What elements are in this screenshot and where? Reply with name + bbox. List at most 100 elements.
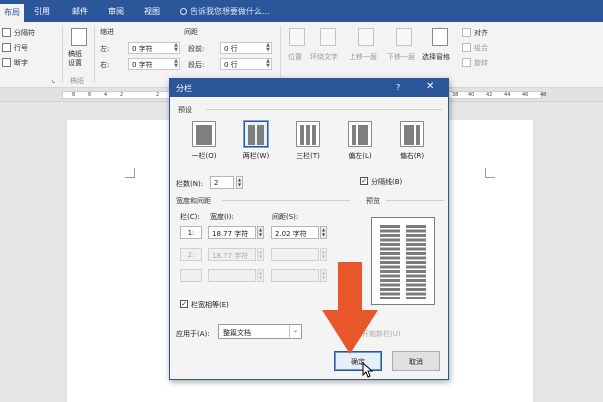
tab-mailings[interactable]: 邮件: [72, 6, 88, 17]
hyphenation-button[interactable]: 断字: [14, 58, 28, 68]
dialog-title-bar[interactable]: 分栏 ? ✕: [170, 79, 448, 97]
spacing-header: 间距: [184, 28, 198, 36]
wrap-text-icon: [320, 28, 336, 46]
num-columns-spinner[interactable]: ▲ ▼: [236, 176, 243, 189]
apply-to-select[interactable]: 整篇文档 ⌄: [218, 324, 302, 339]
column-bar: [306, 125, 310, 145]
column-number: [180, 269, 202, 282]
width-input[interactable]: 18.77 字符: [208, 226, 256, 239]
width-input[interactable]: [208, 269, 256, 282]
selection-pane-icon: [432, 28, 448, 46]
num-columns-label: 栏数(N):: [176, 180, 204, 188]
group-icon: [462, 43, 471, 52]
spin-arrows-icon[interactable]: ▲ ▼: [266, 43, 270, 53]
lightbulb-icon: [180, 8, 187, 15]
wrap-text-button[interactable]: 环绕文字: [310, 52, 338, 62]
bring-forward-icon: [358, 28, 374, 46]
group-button[interactable]: 组合: [474, 43, 488, 53]
spacing-after-value: 0 行: [224, 61, 238, 69]
spacing-before-input[interactable]: 0 行 ▲ ▼: [220, 42, 272, 54]
two-columns-icon: [244, 121, 268, 147]
preset-label: 两栏(W): [242, 152, 270, 160]
bring-forward-button[interactable]: 上移一层: [349, 52, 377, 62]
column-bar: [416, 125, 420, 145]
ruler-number: 42: [486, 92, 493, 98]
crop-mark: [125, 168, 135, 178]
ribbon-tab-bar: 布局 引用 邮件 审阅 视图 告诉我您想要做什么...: [0, 0, 603, 22]
tab-view[interactable]: 视图: [144, 6, 160, 17]
spacing-input[interactable]: [271, 248, 319, 261]
column-bar: [196, 125, 212, 145]
tab-references[interactable]: 引用: [34, 6, 50, 17]
preset-right[interactable]: 偏右(R): [392, 121, 432, 161]
spacing-input[interactable]: [271, 269, 319, 282]
apply-to-value: 整篇文档: [223, 329, 251, 337]
line-between-checkbox[interactable]: ✓: [360, 177, 368, 185]
align-button[interactable]: 对齐: [474, 28, 488, 38]
position-button[interactable]: 位置: [288, 52, 302, 62]
spin-arrows-icon[interactable]: ▲ ▼: [266, 59, 270, 69]
preset-three-columns[interactable]: 三栏(T): [288, 121, 328, 161]
width-spinner[interactable]: ▲ ▼: [257, 269, 264, 282]
page-setup-expander[interactable]: ⌞: [52, 76, 55, 84]
indent-left-input[interactable]: 0 字符 ▲ ▼: [128, 42, 180, 54]
equal-width-checkbox[interactable]: ✓: [180, 300, 188, 308]
indent-left-label: 左:: [100, 45, 110, 53]
preview-thumbnail: [371, 217, 435, 305]
width-spinner[interactable]: ▲ ▼: [257, 248, 264, 261]
align-icon: [462, 28, 471, 37]
equal-width-label: 栏宽相等(E): [191, 301, 229, 309]
rotate-button[interactable]: 旋转: [474, 58, 488, 68]
presets-label: 预设: [178, 106, 192, 114]
group-divider: [206, 109, 442, 110]
column-bar: [404, 125, 414, 145]
column-bar: [257, 125, 264, 145]
spacing-before-label: 段前:: [188, 45, 205, 53]
group-divider: [222, 200, 350, 201]
spacing-header: 间距(S):: [272, 213, 299, 221]
tell-me-search[interactable]: 告诉我您想要做什么...: [180, 6, 270, 17]
column-number: 2:: [180, 248, 202, 261]
paper-group-label: 稿纸: [70, 77, 84, 85]
hyphenation-icon: [2, 58, 11, 67]
dialog-title: 分栏: [176, 84, 192, 93]
spacing-spinner[interactable]: ▲ ▼: [320, 226, 327, 239]
num-columns-input[interactable]: 2: [210, 176, 234, 189]
spacing-spinner[interactable]: ▲ ▼: [320, 248, 327, 261]
ok-button[interactable]: 确定: [334, 351, 382, 371]
chevron-down-icon[interactable]: ⌄: [289, 325, 301, 338]
send-backward-button[interactable]: 下移一层: [387, 52, 415, 62]
width-spinner[interactable]: ▲ ▼: [257, 226, 264, 239]
breaks-button[interactable]: 分隔符: [14, 28, 35, 38]
arrow-shape: [322, 262, 378, 354]
left-column-icon: [348, 121, 372, 147]
preview-label: 预览: [366, 197, 380, 205]
send-backward-icon: [396, 28, 412, 46]
tab-layout[interactable]: 布局: [0, 4, 24, 22]
tab-review[interactable]: 审阅: [108, 6, 124, 17]
preset-label: 三栏(T): [296, 152, 320, 160]
selection-pane-button[interactable]: 选择窗格: [422, 52, 450, 62]
line-numbers-button[interactable]: 行号: [14, 43, 28, 53]
preset-one-column[interactable]: 一栏(O): [184, 121, 224, 161]
ruler-number: 38: [452, 92, 459, 98]
preset-label: 偏左(L): [348, 152, 372, 160]
indent-right-input[interactable]: 0 字符 ▲ ▼: [128, 58, 180, 70]
cancel-button[interactable]: 取消: [392, 351, 440, 371]
spin-arrows-icon[interactable]: ▲ ▼: [174, 59, 178, 69]
preset-two-columns[interactable]: 两栏(W): [236, 121, 276, 161]
columns-dialog: 分栏 ? ✕ 预设 一栏(O) 两栏(W) 三栏(T) 偏左(L) 偏右(R) …: [169, 78, 449, 380]
spacing-after-input[interactable]: 0 行 ▲ ▼: [220, 58, 272, 70]
preset-label: 一栏(O): [191, 152, 217, 160]
paper-settings-button[interactable]: 稿纸 设置: [68, 50, 82, 68]
help-button[interactable]: ?: [396, 83, 400, 92]
close-button[interactable]: ✕: [426, 81, 434, 92]
crop-mark: [485, 168, 495, 178]
spin-arrows-icon[interactable]: ▲ ▼: [174, 43, 178, 53]
spacing-input[interactable]: 2.02 字符: [271, 226, 319, 239]
column-bar: [358, 125, 368, 145]
indent-left-value: 0 字符: [132, 45, 153, 53]
preset-left[interactable]: 偏左(L): [340, 121, 380, 161]
ruler-number: 46: [522, 92, 529, 98]
width-input[interactable]: 18.77 字符: [208, 248, 256, 261]
